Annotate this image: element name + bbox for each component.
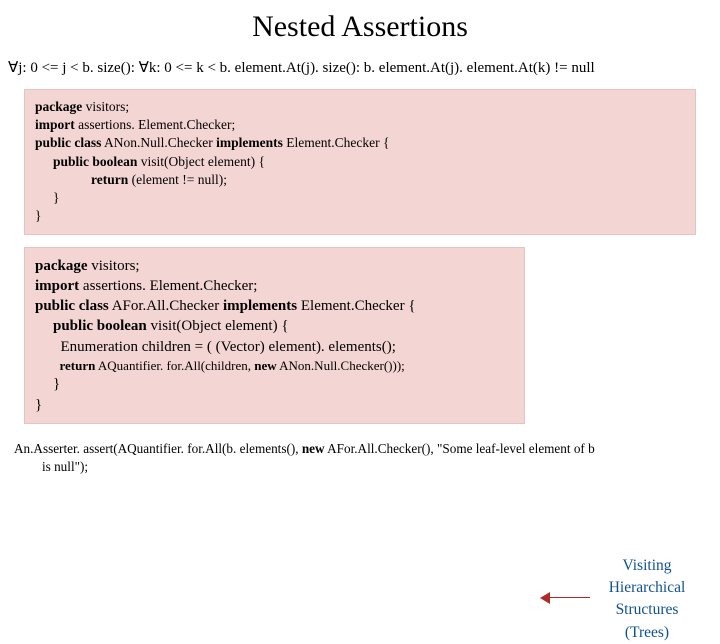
code-line: Enumeration children = ( (Vector) elemen… [35,337,514,357]
code-line: } [35,189,685,207]
code-line: } [35,395,514,415]
code-line: public class AFor.All.Checker implements… [35,296,514,316]
code-line: } [35,207,685,225]
slide-title: Nested Assertions [0,0,720,50]
code-line: return (element != null); [35,171,685,189]
code-line: package visitors; [35,256,514,276]
code-line: } [35,374,514,394]
assert-call-line: An.Asserter. assert(AQuantifier. for.All… [0,436,720,476]
side-note: Visiting Hierarchical Structures (Trees) [592,555,702,644]
code-line: public boolean visit(Object element) { [35,316,514,336]
code-line: import assertions. Element.Checker; [35,116,685,134]
code-block-anonnullchecker: package visitors; import assertions. Ele… [24,89,696,235]
code-line: return AQuantifier. for.All(children, ne… [35,357,514,375]
note-line: Structures [592,599,702,621]
code-line: public class ANon.Null.Checker implement… [35,134,685,152]
note-line: Hierarchical [592,577,702,599]
code-line: public boolean visit(Object element) { [35,153,685,171]
code-block-aforallchecker: package visitors; import assertions. Ele… [24,247,525,424]
note-line: (Trees) [592,622,702,644]
code-line: package visitors; [35,98,685,116]
code-line: import assertions. Element.Checker; [35,276,514,296]
quantifier-formula: ∀j: 0 <= j < b. size(): ∀k: 0 <= k < b. … [0,50,720,89]
note-line: Visiting [592,555,702,577]
arrow-left-icon [540,591,590,605]
